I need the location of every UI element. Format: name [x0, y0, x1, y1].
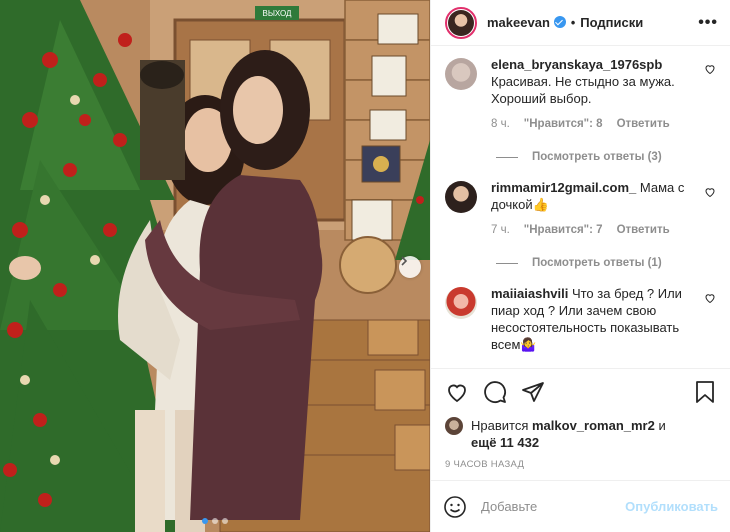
view-replies-label: Посмотреть ответы (1) — [532, 257, 662, 269]
post-header: makeevan • Подписки ••• — [431, 0, 730, 46]
liked-by-count[interactable]: ещё 11 432 — [471, 435, 539, 450]
comment-item: maiiaiashvili Что за бред ? Или пиар ход… — [445, 275, 716, 353]
comment-input[interactable]: Добавьте — [481, 499, 537, 514]
liked-by-prefix: Нравится — [471, 418, 529, 433]
carousel-dot-active — [202, 518, 208, 524]
view-replies-button[interactable]: Посмотреть ответы (1) — [496, 257, 716, 269]
view-replies-label: Посмотреть ответы (3) — [532, 151, 662, 163]
publish-button[interactable]: Опубликовать — [625, 499, 718, 514]
post-timestamp[interactable]: 9 ЧАСОВ НАЗАД — [445, 459, 716, 470]
comment-item: elena_bryanskaya_1976spb Красивая. Не ст… — [445, 46, 716, 133]
comments-list[interactable]: elena_bryanskaya_1976spb Красивая. Не ст… — [431, 46, 730, 368]
bookmark-icon[interactable] — [694, 380, 716, 404]
verified-badge-icon — [553, 16, 566, 28]
comment-composer: Добавьте Опубликовать — [431, 480, 730, 532]
comment-item: rimmamir12gmail.com_ Мама с дочкой👍 7 ч.… — [445, 169, 716, 239]
liked-by-suffix: и — [658, 418, 666, 433]
carousel-dot — [222, 518, 228, 524]
more-icon[interactable]: ••• — [698, 14, 718, 32]
chevron-right-icon — [401, 256, 408, 266]
reply-button[interactable]: Ответить — [617, 222, 670, 239]
replies-divider — [496, 156, 518, 158]
liker-avatar[interactable] — [445, 417, 463, 435]
header-separator: • — [570, 15, 576, 30]
heart-icon[interactable] — [445, 380, 469, 404]
commenter-username[interactable]: maiiaiashvili — [491, 286, 568, 301]
comment-icon[interactable] — [483, 380, 507, 404]
following-button[interactable]: Подписки — [580, 15, 643, 30]
author-username[interactable]: makeevan — [487, 15, 566, 30]
carousel-dot — [212, 518, 218, 524]
svg-text:ВЫХОД: ВЫХОД — [263, 9, 293, 18]
comment-text: Красивая. Не стыдно за мужа. Хороший выб… — [491, 74, 675, 106]
heart-icon[interactable] — [704, 63, 716, 75]
carousel-indicator — [0, 518, 430, 524]
share-icon[interactable] — [521, 380, 545, 404]
post-side-panel: makeevan • Подписки ••• elena_bryanskaya… — [430, 0, 730, 532]
heart-icon[interactable] — [704, 186, 716, 198]
heart-icon[interactable] — [704, 292, 716, 304]
comment-meta: 7 ч. "Нравится": 7 Ответить — [491, 222, 698, 239]
liked-by[interactable]: Нравится malkov_roman_mr2 и ещё 11 432 — [445, 417, 716, 451]
comment-likes[interactable]: "Нравится": 8 — [524, 116, 603, 133]
commenter-avatar[interactable] — [445, 287, 477, 319]
comment-time[interactable]: 7 ч. — [491, 222, 510, 239]
post-photo[interactable]: ВЫХОД — [0, 0, 430, 532]
post-actions: Нравится malkov_roman_mr2 и ещё 11 432 9… — [431, 368, 730, 470]
comment-likes[interactable]: "Нравится": 7 — [524, 222, 603, 239]
replies-divider — [496, 262, 518, 264]
commenter-avatar[interactable] — [445, 58, 477, 90]
post-photo-illustration: ВЫХОД — [0, 0, 430, 532]
commenter-avatar[interactable] — [445, 181, 477, 213]
emoji-icon[interactable] — [443, 495, 467, 519]
comment-time[interactable]: 8 ч. — [491, 116, 510, 133]
commenter-username[interactable]: elena_bryanskaya_1976spb — [491, 57, 662, 72]
view-replies-button[interactable]: Посмотреть ответы (3) — [496, 151, 716, 163]
comment-meta: 8 ч. "Нравится": 8 Ответить — [491, 116, 698, 133]
next-photo-button[interactable] — [399, 256, 421, 278]
liked-by-user[interactable]: malkov_roman_mr2 — [532, 418, 655, 433]
author-avatar[interactable] — [445, 6, 477, 39]
commenter-username[interactable]: rimmamir12gmail.com_ — [491, 180, 636, 195]
reply-button[interactable]: Ответить — [617, 116, 670, 133]
